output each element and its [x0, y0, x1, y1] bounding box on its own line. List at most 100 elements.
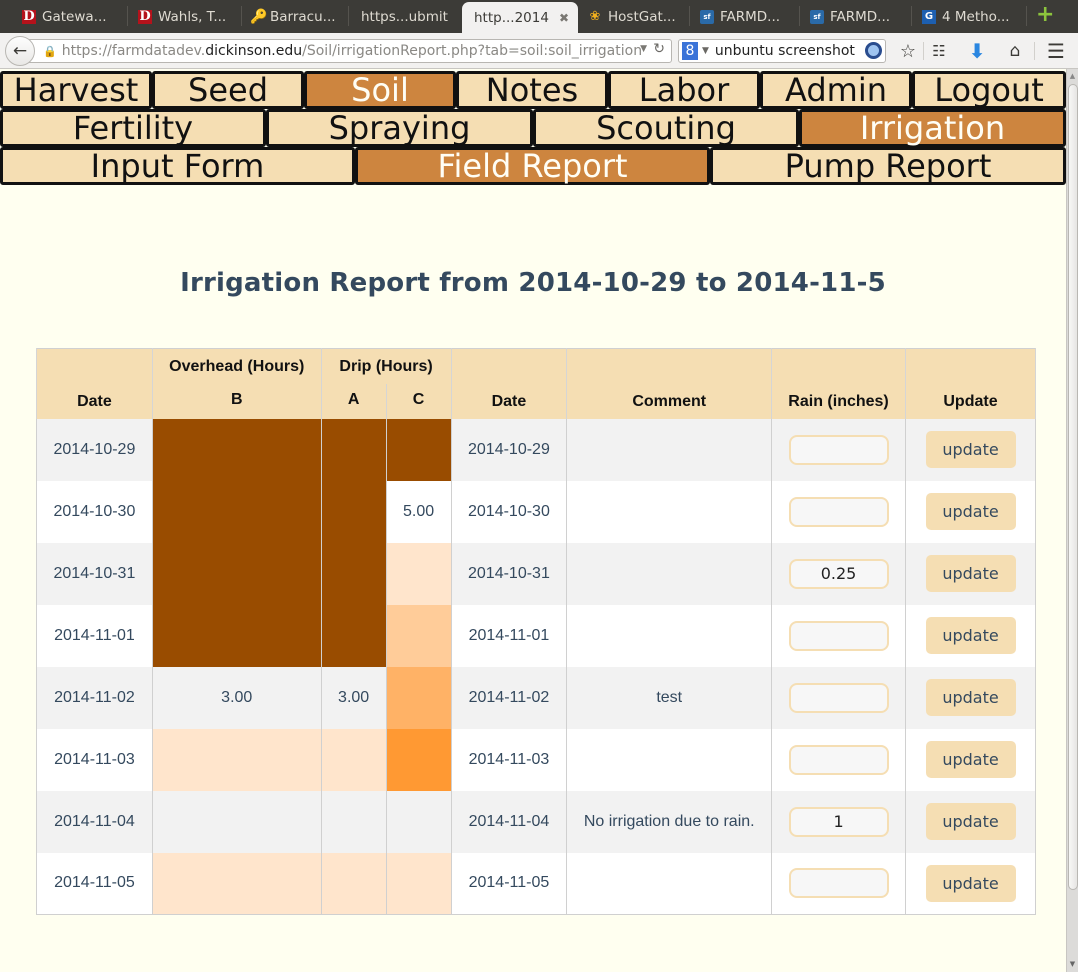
subnav-input-form[interactable]: Input Form: [0, 147, 355, 185]
nav-labor[interactable]: Labor: [608, 71, 760, 109]
subnav-scouting[interactable]: Scouting: [533, 109, 799, 147]
cell-rain: [771, 542, 906, 605]
scroll-up-arrow-icon[interactable]: ▲: [1067, 69, 1078, 81]
cell-date-2: 2014-11-04: [450, 790, 568, 853]
browser-toolbar: ← 🔒 https://farmdatadev.dickinson.edu/So…: [0, 33, 1078, 69]
update-button[interactable]: update: [925, 741, 1016, 778]
cell-drip-a: [320, 604, 387, 667]
browser-tab[interactable]: 🔑 Barracu...: [242, 4, 349, 29]
nav-soil[interactable]: Soil: [304, 71, 456, 109]
tab-label: FARMD...: [830, 8, 891, 25]
home-icon[interactable]: ⌂: [1004, 40, 1026, 62]
subnav-field-report[interactable]: Field Report: [355, 147, 710, 185]
close-tab-icon[interactable]: ✖: [559, 11, 569, 25]
tab-label: Gatewa...: [42, 8, 107, 25]
search-bar[interactable]: 8 ▼ unbuntu screenshot: [678, 39, 886, 63]
subnav-fertility[interactable]: Fertility: [0, 109, 266, 147]
browser-tab[interactable]: D Wahls, T...: [128, 4, 242, 29]
browser-tab-strip: D Gatewa... D Wahls, T... 🔑 Barracu... h…: [0, 0, 1078, 33]
update-button[interactable]: update: [925, 617, 1016, 654]
url-dropdown-icon[interactable]: ▼: [640, 44, 647, 54]
reading-list-icon[interactable]: ☷: [928, 40, 950, 62]
reload-icon[interactable]: ↻: [653, 41, 665, 57]
rain-input[interactable]: [788, 558, 889, 589]
tab-label: Barracu...: [270, 8, 336, 25]
hamburger-menu-icon[interactable]: ☰: [1045, 39, 1067, 63]
cell-comment: [566, 852, 773, 915]
hostgator-icon: ❀: [589, 8, 601, 24]
cell-overhead-b: [151, 790, 322, 853]
download-arrow-icon[interactable]: ⬇: [966, 39, 988, 63]
header-date-2: Date: [450, 348, 568, 419]
cell-date-2: 2014-11-02: [450, 666, 568, 729]
rain-input[interactable]: [788, 682, 889, 713]
nav-harvest[interactable]: Harvest: [0, 71, 152, 109]
toolbar-separator: [1034, 42, 1035, 60]
rain-input[interactable]: [788, 806, 889, 837]
cell-update: update: [905, 480, 1036, 543]
update-button[interactable]: update: [925, 864, 1016, 902]
rain-input[interactable]: [788, 496, 889, 527]
update-button[interactable]: update: [925, 803, 1016, 840]
url-text: https://farmdatadev.dickinson.edu/Soil/i…: [62, 43, 642, 59]
rain-input[interactable]: [788, 868, 889, 899]
scroll-down-arrow-icon[interactable]: ▼: [1067, 958, 1078, 970]
cell-rain: [771, 480, 906, 543]
irrigation-subnav: Input Form Field Report Pump Report: [0, 147, 1066, 185]
url-bar[interactable]: 🔒 https://farmdatadev.dickinson.edu/Soil…: [24, 39, 672, 63]
back-arrow-icon[interactable]: ←: [5, 36, 35, 66]
update-button[interactable]: update: [925, 493, 1016, 530]
tab-label: HostGat...: [608, 8, 676, 25]
browser-tab[interactable]: ❀ HostGat...: [582, 4, 690, 29]
cell-drip-c: [385, 542, 452, 605]
cell-rain: [771, 666, 906, 729]
cell-comment: No irrigation due to rain.: [566, 790, 773, 853]
tab-label: Wahls, T...: [158, 8, 227, 25]
cell-date: 2014-11-02: [36, 666, 153, 729]
report-title: Irrigation Report from 2014-10-29 to 201…: [180, 268, 886, 298]
update-button[interactable]: update: [925, 431, 1016, 468]
update-button[interactable]: update: [925, 679, 1016, 716]
cell-drip-c: [385, 666, 452, 729]
engine-dropdown-icon[interactable]: ▼: [702, 46, 709, 56]
rain-input[interactable]: [788, 620, 889, 651]
table-row: 2014-11-05 2014-11-05 update: [36, 852, 1036, 915]
google-engine-icon[interactable]: 8: [682, 42, 698, 60]
cell-date-2: 2014-10-30: [450, 480, 568, 543]
cell-rain: [771, 852, 906, 915]
cell-drip-c: [385, 852, 452, 915]
cell-overhead-b: 3.00: [151, 666, 322, 729]
subnav-irrigation[interactable]: Irrigation: [799, 109, 1066, 147]
subnav-spraying[interactable]: Spraying: [266, 109, 533, 147]
nav-seed[interactable]: Seed: [152, 71, 304, 109]
scroll-thumb[interactable]: [1068, 84, 1078, 890]
bookmark-star-icon[interactable]: ☆: [897, 40, 919, 62]
rain-input[interactable]: [788, 744, 889, 775]
cell-comment: [566, 604, 773, 667]
new-tab-plus-icon[interactable]: +: [1036, 4, 1054, 26]
subnav-pump-report[interactable]: Pump Report: [710, 147, 1066, 185]
table-row: 2014-10-29 2014-10-29 update: [36, 418, 1036, 481]
cell-overhead-b: [151, 728, 322, 791]
page-scrollbar[interactable]: ▲ ▼: [1066, 69, 1078, 972]
cell-date: 2014-11-03: [36, 728, 153, 791]
nav-notes[interactable]: Notes: [456, 71, 608, 109]
url-path: /Soil/irrigationReport.php?tab=soil:soil…: [302, 43, 643, 59]
browser-tab[interactable]: sf FARMD...: [800, 4, 912, 29]
update-button[interactable]: update: [925, 555, 1016, 592]
browser-tab[interactable]: G 4 Metho...: [912, 4, 1027, 29]
nav-admin[interactable]: Admin: [760, 71, 912, 109]
cell-comment: [566, 728, 773, 791]
search-input-value: unbuntu screenshot: [714, 43, 855, 59]
browser-tab[interactable]: https...ubmit: [349, 4, 459, 29]
cell-rain: [771, 604, 906, 667]
cell-date: 2014-11-05: [36, 852, 153, 915]
browser-tab-active[interactable]: http...2014 ✖: [462, 2, 578, 33]
rain-input[interactable]: [788, 434, 889, 465]
cell-date-2: 2014-11-05: [450, 852, 568, 915]
search-magnifier-icon[interactable]: [865, 42, 882, 59]
browser-tab[interactable]: D Gatewa...: [0, 4, 128, 29]
cell-drip-c: [385, 728, 452, 791]
browser-tab[interactable]: sf FARMD...: [690, 4, 800, 29]
nav-logout[interactable]: Logout: [912, 71, 1066, 109]
